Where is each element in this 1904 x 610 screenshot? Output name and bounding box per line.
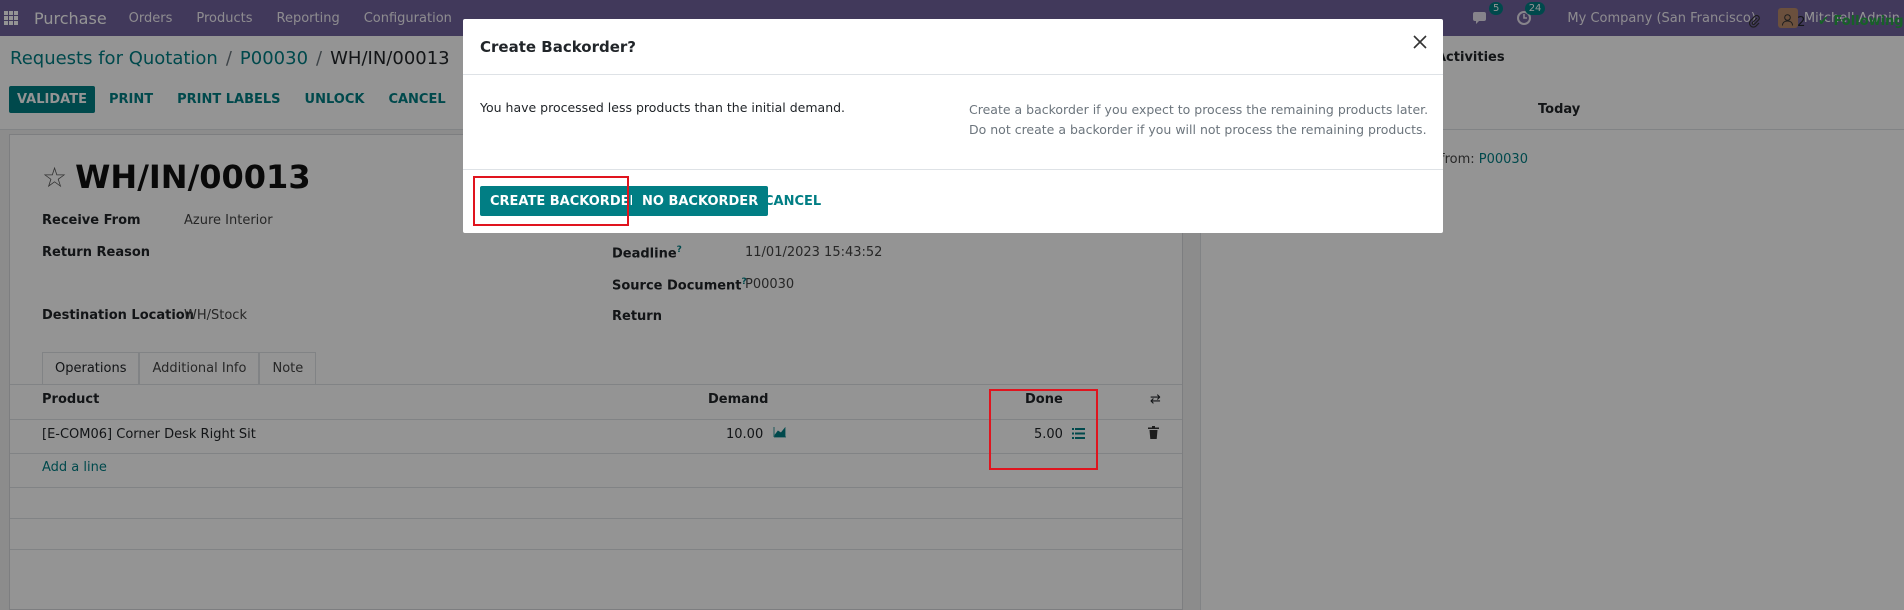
highlight-create-backorder	[473, 176, 629, 226]
dialog-header: Create Backorder?	[463, 19, 1443, 75]
dialog-title: Create Backorder?	[480, 38, 636, 56]
create-backorder-dialog: Create Backorder? You have processed les…	[463, 19, 1443, 233]
dialog-message: You have processed less products than th…	[480, 100, 846, 115]
no-backorder-button[interactable]: NO BACKORDER	[632, 186, 769, 216]
highlight-done-column	[989, 389, 1098, 470]
dialog-hint: Create a backorder if you expect to proc…	[969, 102, 1429, 137]
dialog-cancel-button[interactable]: CANCEL	[754, 186, 831, 216]
close-icon[interactable]	[1411, 33, 1429, 51]
